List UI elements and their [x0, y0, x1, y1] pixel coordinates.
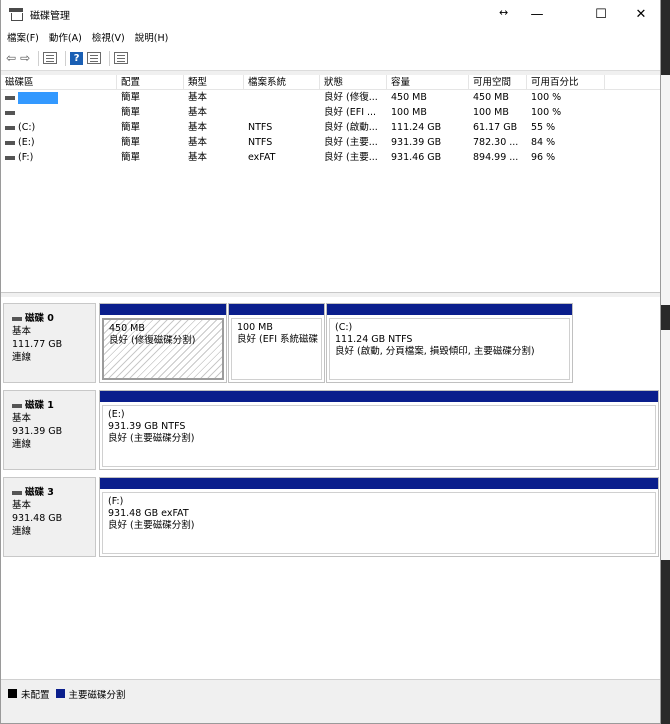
disk-3-row: 磁碟 3 基本 931.48 GB 連線 (F:) 931.48 GB exFA… — [1, 477, 660, 557]
forward-arrow-icon[interactable]: ⇨ — [20, 50, 30, 66]
partition-f[interactable]: (F:) 931.48 GB exFAT 良好 (主要磁碟分割) — [99, 477, 659, 557]
volume-icon — [5, 125, 15, 130]
partition-e[interactable]: (E:) 931.39 GB NTFS 良好 (主要磁碟分割) — [99, 390, 659, 470]
partition-body: 450 MB 良好 (修復磁碟分割) — [102, 318, 224, 380]
disk-graph-pane: 磁碟 0 基本 111.77 GB 連線 450 MB 良好 (修復磁碟分割) … — [1, 297, 660, 679]
maximize-button[interactable]: ☐ — [581, 0, 621, 28]
volume-icon — [5, 110, 15, 115]
volume-icon — [5, 140, 15, 145]
partition-bar — [100, 478, 658, 489]
partition-bar — [100, 304, 226, 315]
partition-body: 100 MB 良好 (EFI 系統磁碟 — [231, 318, 322, 380]
column-volume[interactable]: 磁碟區 — [1, 75, 117, 89]
menu-bar: 檔案(F) 動作(A) 檢視(V) 說明(H) — [1, 28, 660, 46]
volume-list-header: 磁碟區 配置 類型 檔案系統 狀態 容量 可用空間 可用百分比 — [1, 75, 660, 90]
disk-management-icon — [9, 8, 23, 21]
disk-3-label[interactable]: 磁碟 3 基本 931.48 GB 連線 — [3, 477, 96, 557]
legend-primary-partition: 主要磁碟分割 — [55, 687, 126, 701]
table-row[interactable]: (E:) 簡單 基本 NTFS 良好 (主要... 931.39 GB 782.… — [1, 135, 660, 150]
column-layout[interactable]: 配置 — [117, 75, 184, 89]
column-free-space[interactable]: 可用空間 — [469, 75, 527, 89]
volume-name-selected[interactable] — [18, 91, 58, 104]
disk-icon — [12, 316, 22, 321]
column-type[interactable]: 類型 — [184, 75, 244, 89]
properties-icon[interactable] — [43, 50, 58, 66]
legend-swatch — [55, 689, 65, 698]
window-title: 磁碟管理 — [30, 10, 70, 22]
column-free-percent[interactable]: 可用百分比 — [527, 75, 605, 89]
menu-action[interactable]: 動作(A) — [49, 30, 82, 44]
menu-help[interactable]: 說明(H) — [135, 30, 169, 44]
partition-recovery[interactable]: 450 MB 良好 (修復磁碟分割) — [99, 303, 227, 383]
table-row[interactable]: 簡單 基本 良好 (修復... 450 MB 450 MB 100 % — [1, 90, 660, 105]
toolbar: ⇦ ⇨ ? — [1, 46, 660, 71]
disk-management-window: 磁碟管理 ↔ — ☐ ✕ 檔案(F) 動作(A) 檢視(V) 說明(H) ⇦ ⇨… — [0, 0, 661, 724]
disk-1-row: 磁碟 1 基本 931.39 GB 連線 (E:) 931.39 GB NTFS… — [1, 390, 660, 470]
disk-1-label[interactable]: 磁碟 1 基本 931.39 GB 連線 — [3, 390, 96, 470]
table-row[interactable]: (C:) 簡單 基本 NTFS 良好 (啟動... 111.24 GB 61.1… — [1, 120, 660, 135]
legend: 未配置 主要磁碟分割 — [1, 679, 660, 707]
partition-c[interactable]: (C:) 111.24 GB NTFS 良好 (啟動, 分頁檔案, 損毀傾印, … — [326, 303, 573, 383]
help-icon[interactable]: ? — [70, 50, 84, 66]
close-button[interactable]: ✕ — [621, 0, 660, 28]
volume-list: 磁碟區 配置 類型 檔案系統 狀態 容量 可用空間 可用百分比 簡單 基本 良好… — [1, 75, 660, 293]
disk-0-row: 磁碟 0 基本 111.77 GB 連線 450 MB 良好 (修復磁碟分割) … — [1, 303, 660, 383]
back-arrow-icon[interactable]: ⇦ — [6, 50, 16, 66]
partition-bar — [229, 304, 324, 315]
console-icon[interactable] — [87, 50, 102, 66]
partition-efi[interactable]: 100 MB 良好 (EFI 系統磁碟 — [228, 303, 325, 383]
table-row[interactable]: (F:) 簡單 基本 exFAT 良好 (主要... 931.46 GB 894… — [1, 150, 660, 165]
legend-swatch — [8, 689, 17, 698]
volume-icon — [5, 95, 15, 100]
resize-icon[interactable]: ↔ — [499, 6, 508, 19]
background-window — [661, 0, 670, 724]
column-status[interactable]: 狀態 — [320, 75, 387, 89]
disk-icon — [12, 490, 22, 495]
toolbar-separator — [65, 50, 67, 66]
volume-icon — [5, 155, 15, 160]
menu-file[interactable]: 檔案(F) — [7, 30, 39, 44]
partition-body: (C:) 111.24 GB NTFS 良好 (啟動, 分頁檔案, 損毀傾印, … — [329, 318, 570, 380]
disk-0-label[interactable]: 磁碟 0 基本 111.77 GB 連線 — [3, 303, 96, 383]
menu-view[interactable]: 檢視(V) — [92, 30, 125, 44]
partition-body: (F:) 931.48 GB exFAT 良好 (主要磁碟分割) — [102, 492, 656, 554]
toolbar-separator — [109, 50, 111, 66]
table-row[interactable]: 簡單 基本 良好 (EFI ... 100 MB 100 MB 100 % — [1, 105, 660, 120]
title-bar[interactable]: 磁碟管理 ↔ — ☐ ✕ — [1, 0, 660, 28]
legend-unallocated: 未配置 — [8, 687, 50, 701]
column-capacity[interactable]: 容量 — [387, 75, 469, 89]
toolbar-separator — [38, 50, 40, 66]
partition-body: (E:) 931.39 GB NTFS 良好 (主要磁碟分割) — [102, 405, 656, 467]
partition-bar — [100, 391, 658, 402]
minimize-button[interactable]: — — [517, 0, 557, 28]
disk-icon — [12, 403, 22, 408]
partition-bar — [327, 304, 572, 315]
view-icon[interactable] — [114, 50, 129, 66]
column-filesystem[interactable]: 檔案系統 — [244, 75, 320, 89]
